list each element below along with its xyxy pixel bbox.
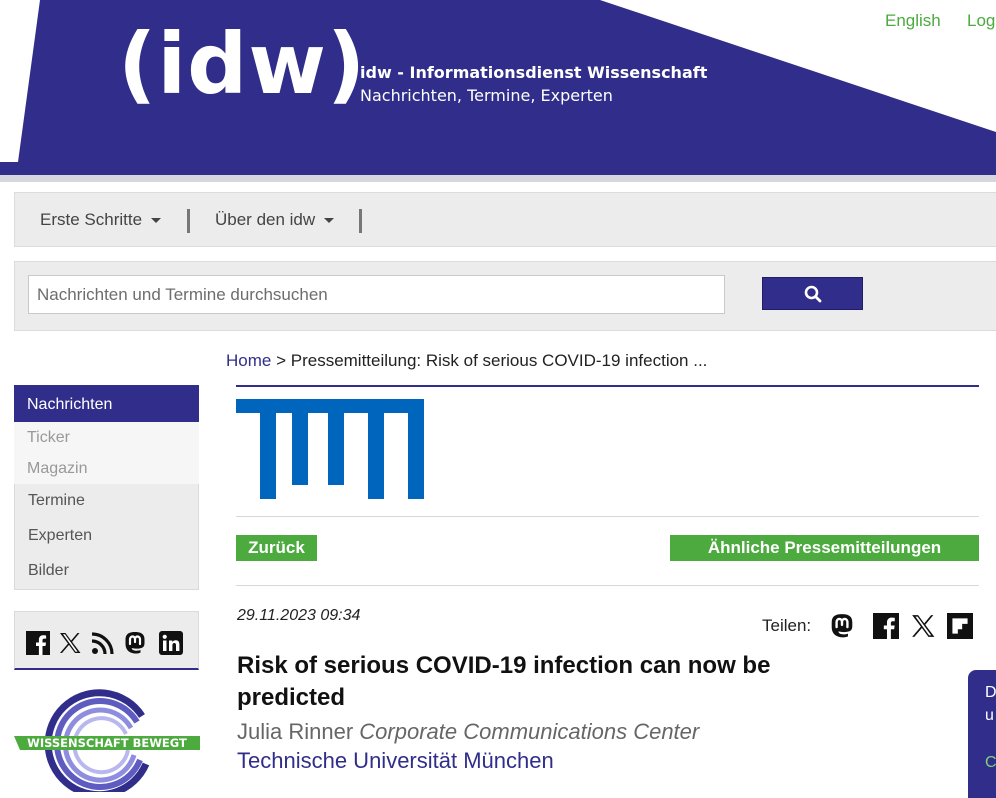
site-title: idw - Informationsdienst Wissenschaft bbox=[360, 63, 708, 82]
breadcrumb-home[interactable]: Home bbox=[226, 351, 271, 370]
x-icon[interactable] bbox=[910, 613, 936, 639]
x-icon[interactable] bbox=[58, 631, 82, 655]
sidebar-item-nachrichten[interactable]: Nachrichten bbox=[14, 385, 199, 422]
nav-divider bbox=[359, 209, 362, 233]
rss-icon[interactable] bbox=[91, 631, 115, 655]
divider bbox=[236, 516, 979, 517]
flipboard-icon[interactable] bbox=[947, 613, 973, 639]
sidebar-item-termine[interactable]: Termine bbox=[15, 484, 198, 519]
main-nav: Erste Schritte Über den idw bbox=[14, 192, 996, 247]
wissenschaft-bewegt-logo[interactable]: WISSENSCHAFT BEWEGT bbox=[14, 688, 200, 792]
author-role: Corporate Communications Center bbox=[359, 719, 700, 744]
breadcrumb-current: Pressemitteilung: Risk of serious COVID-… bbox=[290, 351, 708, 370]
sidebar-item-magazin[interactable]: Magazin bbox=[14, 453, 199, 484]
site-subtitle: Nachrichten, Termine, Experten bbox=[360, 86, 613, 105]
facebook-icon[interactable] bbox=[873, 613, 899, 639]
badge-text: WISSENSCHAFT BEWEGT bbox=[27, 736, 187, 750]
divider bbox=[236, 585, 979, 586]
sidebar-item-bilder[interactable]: Bilder bbox=[15, 554, 198, 589]
nav-label: Über den idw bbox=[215, 210, 316, 229]
share-label: Teilen: bbox=[762, 616, 812, 635]
mastodon-icon[interactable] bbox=[123, 631, 147, 655]
sidebar-item-experten[interactable]: Experten bbox=[15, 519, 198, 554]
cookie-consent-panel[interactable]: D u C bbox=[968, 670, 996, 798]
publish-date: 29.11.2023 09:34 bbox=[237, 607, 361, 624]
nav-divider bbox=[187, 209, 190, 233]
sidebar-menu: Nachrichten Ticker Magazin Termine Exper… bbox=[14, 385, 199, 590]
breadcrumb-separator: > bbox=[271, 351, 291, 370]
institution-link[interactable]: Technische Universität München bbox=[237, 748, 554, 774]
back-button[interactable]: Zurück bbox=[236, 535, 317, 561]
login-link[interactable]: Log bbox=[967, 11, 995, 31]
author-name: Julia Rinner bbox=[237, 719, 354, 744]
nav-label: Erste Schritte bbox=[40, 210, 143, 229]
english-link[interactable]: English bbox=[885, 11, 941, 31]
social-links bbox=[14, 611, 199, 670]
search-button[interactable] bbox=[762, 277, 863, 310]
facebook-icon[interactable] bbox=[26, 631, 50, 655]
search-input[interactable] bbox=[28, 275, 725, 314]
nav-ueber-den-idw[interactable]: Über den idw bbox=[215, 210, 335, 230]
article-headline: Risk of serious COVID-19 infection can n… bbox=[237, 652, 771, 711]
cookie-panel-text: u bbox=[985, 707, 994, 724]
cookie-panel-link[interactable]: C bbox=[985, 754, 996, 772]
linkedin-icon[interactable] bbox=[159, 631, 183, 655]
cookie-panel-text: D bbox=[985, 684, 996, 701]
sidebar-submenu: Ticker Magazin bbox=[14, 422, 199, 484]
idw-logo[interactable]: (idw) bbox=[118, 22, 366, 106]
sidebar-item-ticker[interactable]: Ticker bbox=[14, 422, 199, 453]
similar-press-releases-button[interactable]: Ähnliche Pressemitteilungen bbox=[670, 535, 979, 561]
sidebar-main-items: Termine Experten Bilder bbox=[14, 484, 199, 590]
content-top-rule bbox=[236, 385, 979, 387]
breadcrumb: Home > Pressemitteilung: Risk of serious… bbox=[226, 351, 707, 371]
author-line: Julia Rinner Corporate Communications Ce… bbox=[237, 719, 699, 745]
search-bar bbox=[14, 261, 996, 331]
chevron-down-icon bbox=[324, 218, 335, 224]
tum-logo[interactable] bbox=[236, 399, 424, 499]
mastodon-icon[interactable] bbox=[829, 613, 855, 639]
search-icon bbox=[804, 285, 821, 302]
nav-erste-schritte[interactable]: Erste Schritte bbox=[40, 210, 162, 230]
chevron-down-icon bbox=[151, 218, 162, 224]
